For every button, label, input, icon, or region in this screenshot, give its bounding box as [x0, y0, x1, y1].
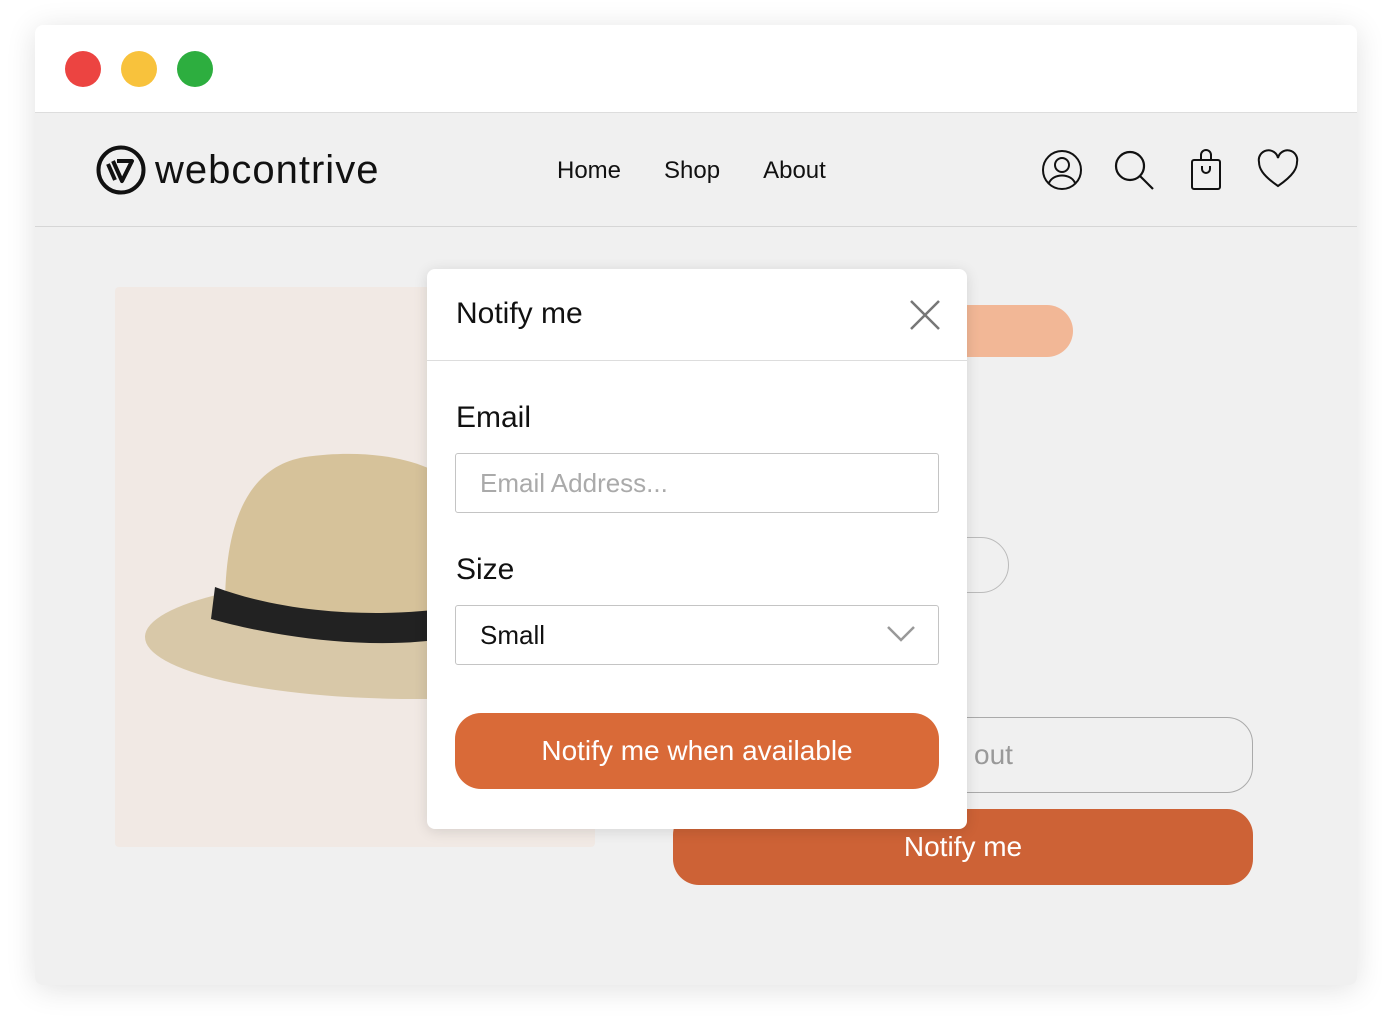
search-icon[interactable] — [1113, 149, 1155, 191]
header-icons — [1041, 149, 1299, 191]
size-label: Size — [456, 553, 515, 586]
notify-when-available-button[interactable]: Notify me when available — [455, 713, 939, 789]
chevron-down-icon — [887, 626, 915, 642]
notify-modal: Notify me Email Size Small Notify me whe… — [427, 269, 967, 829]
nav-shop[interactable]: Shop — [664, 157, 720, 185]
logo-text: webcontrive — [155, 147, 380, 192]
modal-header: Notify me — [427, 269, 967, 361]
shopping-bag-icon[interactable] — [1185, 149, 1227, 191]
logo[interactable]: webcontrive — [95, 144, 379, 196]
email-input[interactable] — [455, 453, 939, 513]
nav-home[interactable]: Home — [557, 157, 621, 185]
size-value: Small — [480, 620, 546, 650]
email-label: Email — [456, 401, 532, 434]
heart-icon[interactable] — [1257, 149, 1299, 191]
title-bar — [35, 25, 1357, 113]
size-select[interactable]: Small — [455, 605, 939, 665]
main-nav: Home Shop About — [557, 157, 826, 185]
logo-icon — [96, 145, 146, 195]
close-icon[interactable] — [907, 297, 943, 333]
modal-title: Notify me — [456, 297, 583, 330]
site-header: webcontrive Home Shop About — [35, 113, 1357, 227]
minimize-window-button[interactable] — [121, 51, 157, 87]
maximize-window-button[interactable] — [177, 51, 213, 87]
close-window-button[interactable] — [65, 51, 101, 87]
nav-about[interactable]: About — [763, 157, 826, 185]
user-icon[interactable] — [1041, 149, 1083, 191]
